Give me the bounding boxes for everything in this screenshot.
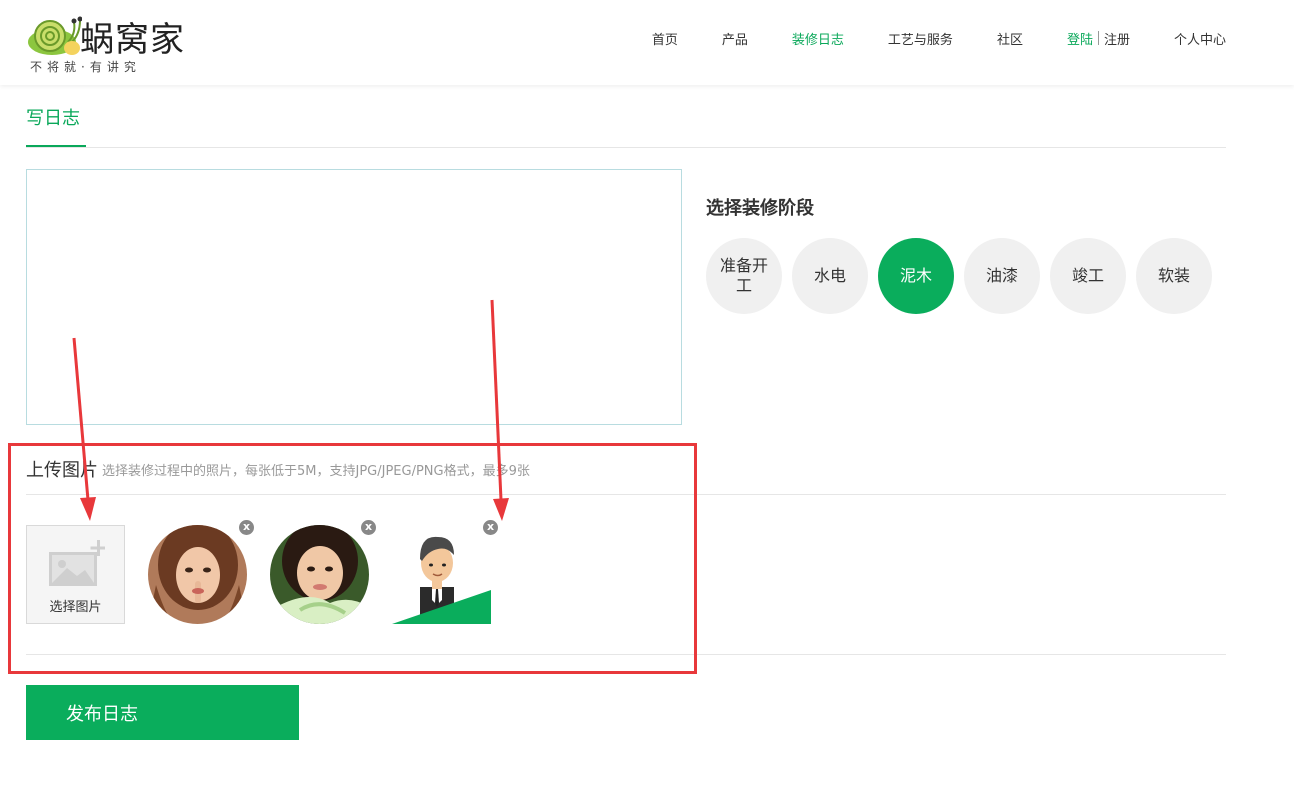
remove-image-3-button[interactable]: x xyxy=(483,520,498,535)
photo-woman-2 xyxy=(270,525,369,624)
stage-masonry-carpentry[interactable]: 泥木 xyxy=(878,238,954,314)
uploaded-image-3: x xyxy=(392,520,498,624)
photo-cartoon-man xyxy=(392,525,491,624)
tab-divider xyxy=(26,147,1226,148)
photo-woman-1 xyxy=(148,525,247,624)
site-logo[interactable]: 蜗窝家 不将就·有讲究 xyxy=(26,10,201,76)
register-link[interactable]: 注册 xyxy=(1104,29,1130,48)
select-image-label: 选择图片 xyxy=(49,600,102,615)
remove-image-1-button[interactable]: x xyxy=(239,520,254,535)
nav-craft-service[interactable]: 工艺与服务 xyxy=(888,29,953,48)
stage-completion[interactable]: 竣工 xyxy=(1050,238,1126,314)
stage-title: 选择装修阶段 xyxy=(706,198,814,219)
publish-journal-button[interactable]: 发布日志 xyxy=(26,685,299,740)
nav-auth: 登陆 注册 xyxy=(1067,29,1130,48)
upload-title: 上传图片 xyxy=(26,460,98,481)
nav-divider xyxy=(1097,31,1099,45)
logo-slogan: 不将就·有讲究 xyxy=(30,60,141,74)
stage-painting[interactable]: 油漆 xyxy=(964,238,1040,314)
nav-journal[interactable]: 装修日志 xyxy=(792,29,844,48)
uploaded-image-2: x xyxy=(270,520,376,624)
stage-list: 准备开工 水电 泥木 油漆 竣工 软装 xyxy=(706,238,1222,314)
journal-textarea[interactable] xyxy=(26,169,682,425)
remove-image-2-button[interactable]: x xyxy=(361,520,376,535)
stage-soft-furnishing[interactable]: 软装 xyxy=(1136,238,1212,314)
tab-write-journal[interactable]: 写日志 xyxy=(26,104,80,130)
upload-divider xyxy=(26,494,1226,495)
nav-products[interactable]: 产品 xyxy=(722,29,748,48)
stage-plumbing-electric[interactable]: 水电 xyxy=(792,238,868,314)
main-nav: 首页 产品 装修日志 工艺与服务 社区 登陆 注册 个人中心 xyxy=(608,27,1226,49)
nav-home[interactable]: 首页 xyxy=(652,29,678,48)
site-header: 蜗窝家 不将就·有讲究 首页 产品 装修日志 工艺与服务 社区 登陆 注册 个人… xyxy=(0,0,1294,85)
snail-logo-icon xyxy=(28,16,82,55)
select-image-button[interactable]: 选择图片 xyxy=(26,525,125,624)
logo-text: 蜗窝家 xyxy=(80,20,185,60)
login-link[interactable]: 登陆 xyxy=(1067,29,1093,48)
nav-profile[interactable]: 个人中心 xyxy=(1174,29,1226,48)
nav-community[interactable]: 社区 xyxy=(997,29,1023,48)
stage-prepare[interactable]: 准备开工 xyxy=(706,238,782,314)
uploaded-image-1: x xyxy=(148,520,254,624)
add-image-icon xyxy=(49,540,105,586)
upload-hint: 选择装修过程中的照片，每张低于5M，支持JPG/JPEG/PNG格式，最多9张 xyxy=(102,464,530,479)
section-divider xyxy=(26,654,1226,655)
